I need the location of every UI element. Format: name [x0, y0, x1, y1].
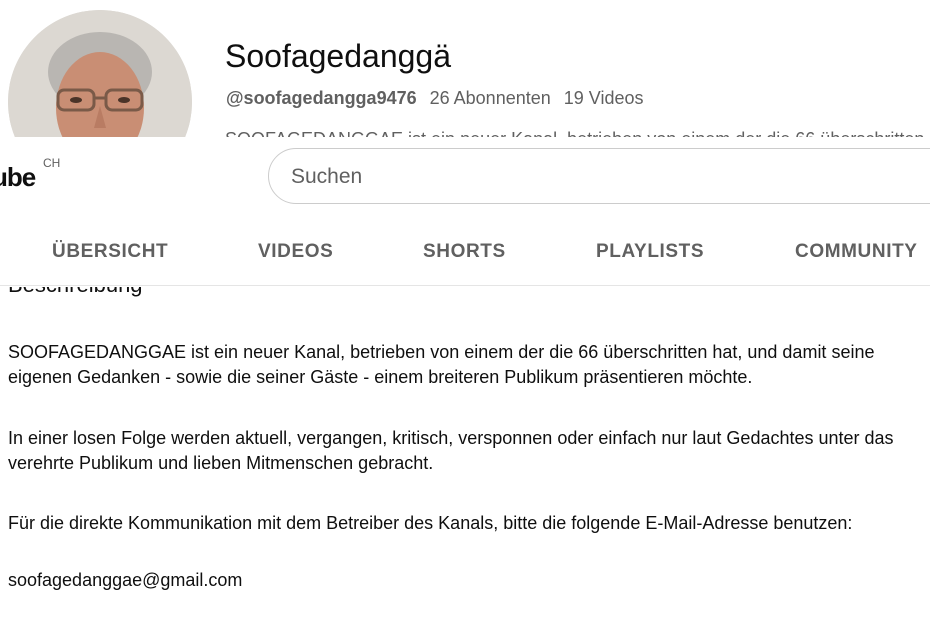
channel-handle[interactable]: @soofagedangga9476 [226, 88, 417, 108]
tab-playlists[interactable]: PLAYLISTS [596, 241, 704, 263]
channel-header: Soofagedanggä @soofagedangga9476 26 Abon… [0, 0, 930, 140]
search-box[interactable] [268, 148, 930, 204]
channel-avatar[interactable] [8, 10, 192, 140]
youtube-logo[interactable]: ube [0, 162, 36, 193]
country-code: CH [43, 156, 61, 170]
subscriber-count: 26 Abonnenten [429, 88, 551, 108]
avatar-photo [8, 10, 192, 140]
search-input[interactable] [289, 157, 913, 197]
video-count: 19 Videos [563, 88, 644, 108]
tabs-divider [0, 285, 930, 286]
description-paragraph: Für die direkte Kommunikation mit dem Be… [8, 513, 853, 533]
channel-tabs: ÜBERSICHT VIDEOS SHORTS PLAYLISTS COMMUN… [0, 227, 930, 287]
description-paragraph: In einer losen Folge werden aktuell, ver… [8, 428, 894, 473]
channel-title: Soofagedanggä [225, 38, 451, 74]
description-paragraph: SOOFAGEDANGGAE ist ein neuer Kanal, betr… [8, 342, 875, 387]
tab-overview[interactable]: ÜBERSICHT [52, 241, 168, 263]
channel-meta: @soofagedangga9476 26 Abonnenten 19 Vide… [226, 87, 644, 109]
tab-shorts[interactable]: SHORTS [423, 241, 506, 263]
tab-community[interactable]: COMMUNITY [795, 241, 918, 263]
contact-email[interactable]: soofagedanggae@gmail.com [8, 568, 908, 593]
tab-videos[interactable]: VIDEOS [258, 241, 333, 263]
masthead: ube CH ÜBERSICHT VIDEOS SHORTS PLAYLISTS… [0, 137, 930, 287]
